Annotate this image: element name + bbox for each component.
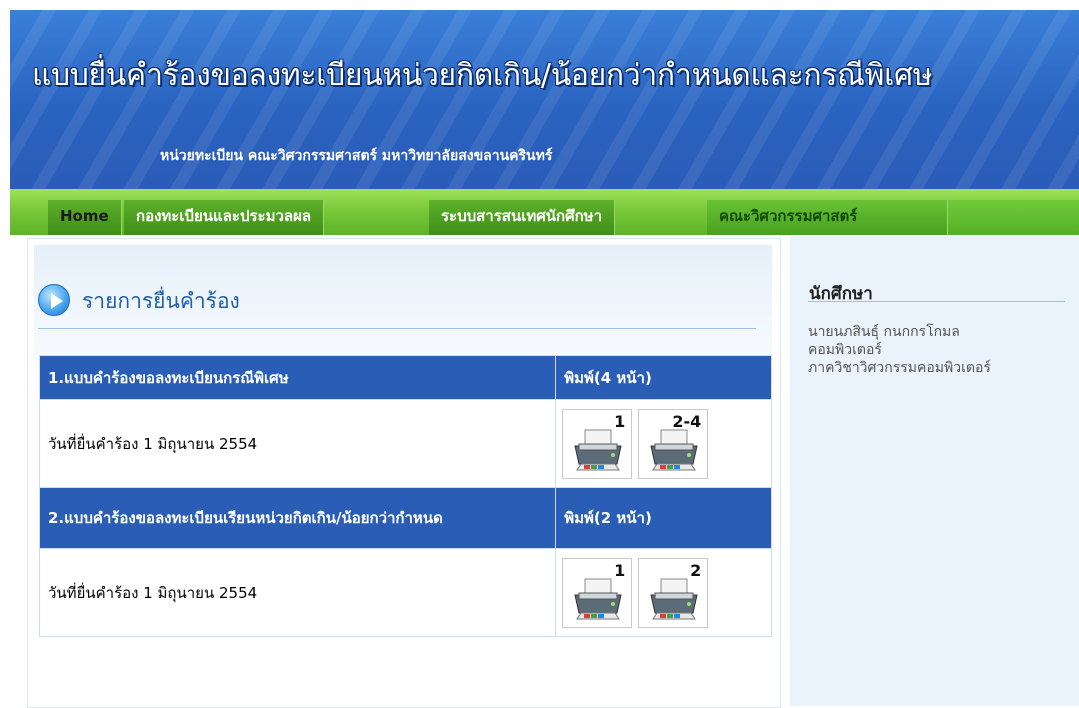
nav-end-decoration — [948, 200, 1079, 235]
site-title: แบบยื่นคำร้องขอลงทะเบียนหน่วยกิตเกิน/น้อ… — [32, 58, 933, 93]
table-row: วันที่ยื่นคำร้อง 1 มิถุนายน 2554 1 — [38, 399, 772, 488]
student-department: ภาควิชาวิศวกรรมคอมพิวเตอร์ — [808, 360, 991, 376]
student-info: นายนภสินธุ์ กนกกรโกมล คอมพิวเตอร์ ภาควิช… — [808, 323, 991, 377]
site-header: แบบยื่นคำร้องขอลงทะเบียนหน่วยกิตเกิน/น้อ… — [10, 10, 1079, 189]
print-page-1-button[interactable]: 1 — [562, 408, 633, 479]
print-pages-header: พิมพ์(4 หน้า) — [555, 355, 772, 400]
section-header: รายการยื่นคำร้อง — [38, 278, 756, 329]
print-cell: 1 2-4 — [555, 399, 772, 488]
print-page-label: 1 — [614, 411, 626, 431]
table-row: วันที่ยื่นคำร้อง 1 มิถุนายน 2554 1 — [38, 548, 772, 637]
form-name-header: 2.แบบคำร้องขอลงทะเบียนเรียนหน่วยกิตเกิน/… — [38, 487, 557, 549]
print-page-1-button[interactable]: 1 — [562, 557, 633, 628]
submission-date: วันที่ยื่นคำร้อง 1 มิถุนายน 2554 — [38, 399, 557, 488]
table-header-row: 2.แบบคำร้องขอลงทะเบียนเรียนหน่วยกิตเกิน/… — [38, 487, 772, 549]
section-title: รายการยื่นคำร้อง — [82, 289, 240, 313]
table-header-row: 1.แบบคำร้องขอลงทะเบียนกรณีพิเศษ พิมพ์(4 … — [38, 355, 772, 400]
printer-icon — [574, 429, 622, 470]
print-cell: 1 2 — [555, 548, 772, 637]
printer-icon — [650, 578, 698, 619]
main-navbar: Home กองทะเบียนและประมวลผล ระบบสารสนเทศน… — [10, 189, 1079, 235]
print-page-2-button[interactable]: 2 — [638, 557, 709, 628]
print-page-2-4-button[interactable]: 2-4 — [638, 408, 709, 479]
nav-student-info-system[interactable]: ระบบสารสนเทศนักศึกษา — [429, 200, 615, 235]
nav-home[interactable]: Home — [48, 200, 122, 235]
print-page-label: 2-4 — [672, 411, 702, 431]
play-icon — [38, 284, 70, 316]
submission-date: วันที่ยื่นคำร้อง 1 มิถุนายน 2554 — [38, 548, 557, 637]
printer-icon — [650, 429, 698, 470]
printer-icon — [574, 578, 622, 619]
sidebar: นักศึกษา นายนภสินธุ์ กนกกรโกมล คอมพิวเตอ… — [790, 236, 1079, 706]
print-page-label: 1 — [614, 560, 626, 580]
sidebar-title: นักศึกษา — [809, 284, 873, 304]
nav-engineering-faculty[interactable]: คณะวิศวกรรมศาสตร์ — [707, 200, 948, 235]
nav-registrar[interactable]: กองทะเบียนและประมวลผล — [124, 200, 325, 235]
print-page-label: 2 — [690, 560, 702, 580]
student-name: นายนภสินธุ์ กนกกรโกมล — [808, 324, 960, 340]
sidebar-divider — [808, 301, 1065, 302]
forms-table: 1.แบบคำร้องขอลงทะเบียนกรณีพิเศษ พิมพ์(4 … — [38, 355, 772, 637]
student-major: คอมพิวเตอร์ — [808, 342, 882, 358]
form-name-header: 1.แบบคำร้องขอลงทะเบียนกรณีพิเศษ — [38, 355, 557, 400]
site-subtitle: หน่วยทะเบียน คณะวิศวกรรมศาสตร์ มหาวิทยาล… — [160, 148, 553, 164]
print-pages-header: พิมพ์(2 หน้า) — [555, 487, 772, 549]
